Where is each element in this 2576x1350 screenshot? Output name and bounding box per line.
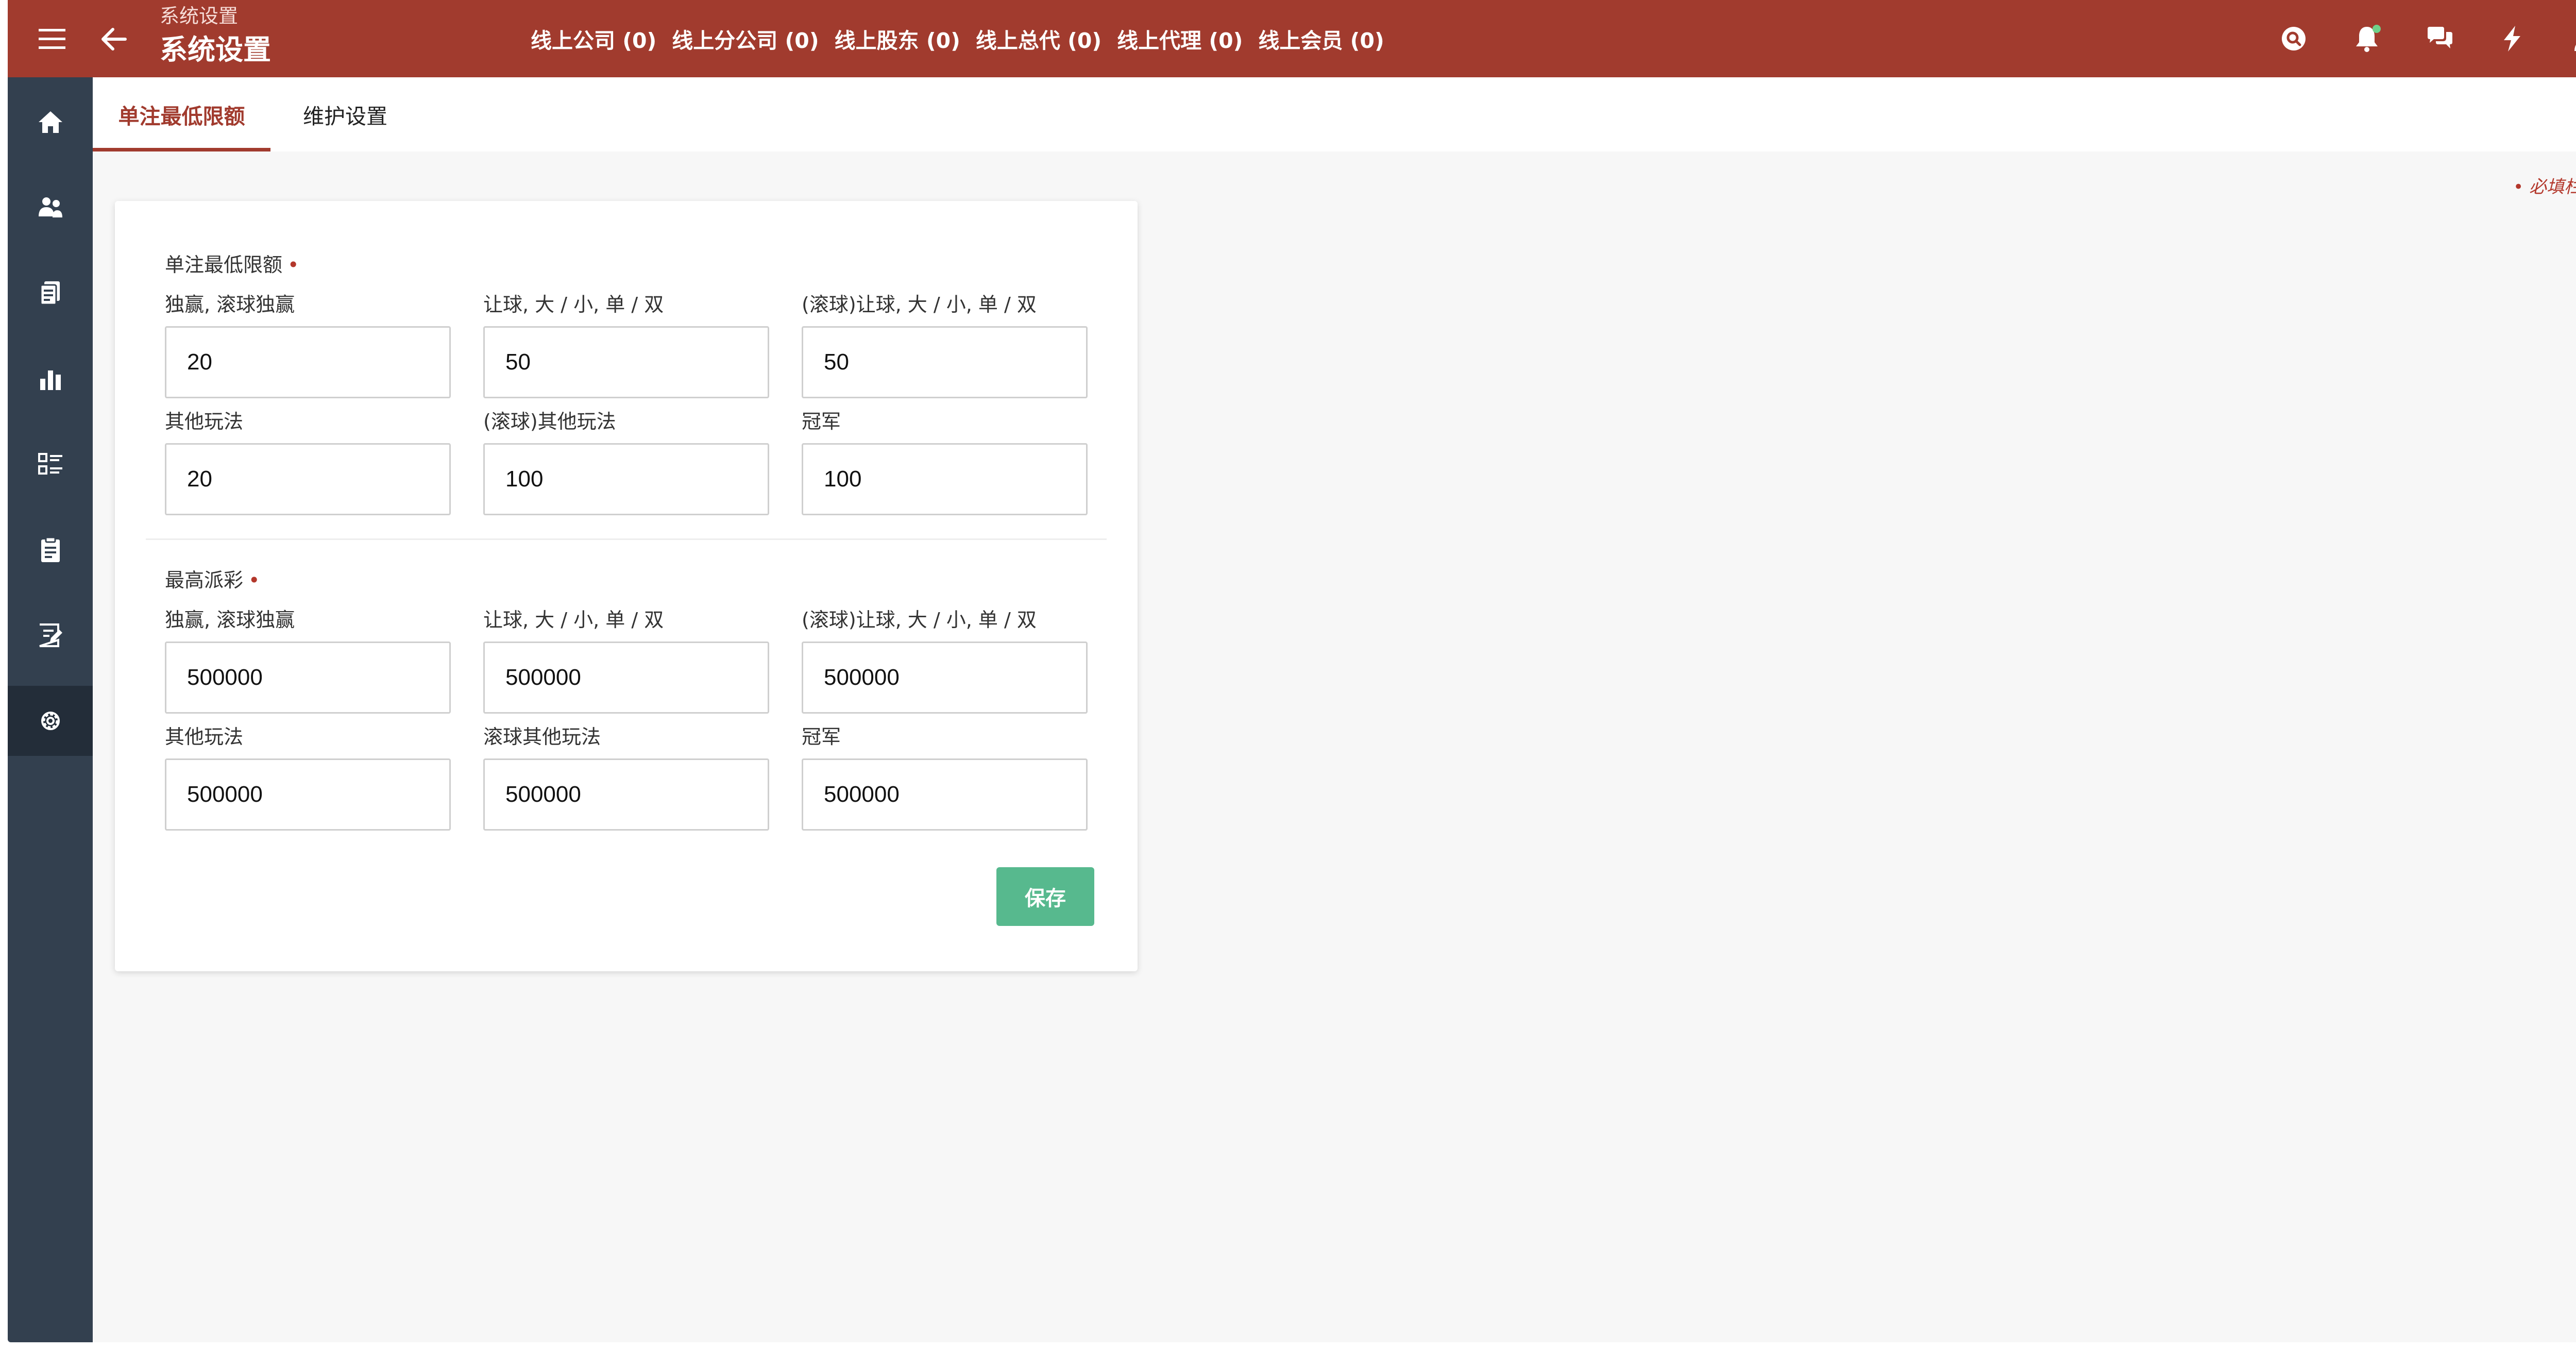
sidebar-item-reports[interactable]	[8, 344, 93, 414]
stat-online-member[interactable]: 线上会员 (0)	[1258, 23, 1384, 54]
section-divider	[146, 538, 1107, 540]
tab-bar: 单注最低限额 维护设置	[93, 77, 2576, 151]
settings-form-card: 单注最低限额• 独赢, 滚球独赢 让球, 大 / 小, 单 / 双 (滚球)让球…	[115, 201, 1138, 971]
field-label: 其他玩法	[165, 410, 244, 433]
notification-dot	[2372, 25, 2381, 33]
stat-online-company[interactable]: 线上公司 (0)	[531, 23, 656, 54]
online-stats: 线上公司 (0) 线上分公司 (0) 线上股东 (0) 线上总代 (0) 线上代…	[531, 21, 1384, 57]
search-icon[interactable]	[2274, 19, 2314, 59]
min-outright-input[interactable]	[802, 443, 1088, 515]
edit-note-icon	[38, 622, 63, 648]
bell-icon[interactable]	[2347, 19, 2387, 59]
back-arrow-icon[interactable]	[95, 21, 132, 58]
sidebar-item-documents[interactable]	[8, 258, 93, 328]
sidebar	[8, 77, 93, 1342]
required-mark: •	[248, 569, 260, 592]
sidebar-item-home[interactable]	[8, 87, 93, 157]
page-title: 系统设置	[160, 33, 271, 66]
sidebar-item-notes[interactable]	[8, 600, 93, 670]
stat-online-agent[interactable]: 线上代理 (0)	[1117, 23, 1243, 54]
chat-icon[interactable]	[2420, 19, 2460, 59]
top-bar: 系统设置 系统设置 线上公司 (0) 线上分公司 (0) 线上股东 (0) 线上…	[8, 0, 2576, 77]
section-title-text: 最高派彩	[165, 569, 244, 592]
field-label: 冠军	[802, 410, 841, 433]
sidebar-item-tasks[interactable]	[8, 515, 93, 585]
app-window: 系统设置 系统设置 线上公司 (0) 线上分公司 (0) 线上股东 (0) 线上…	[8, 0, 2576, 1342]
lightning-icon[interactable]	[2492, 19, 2532, 59]
field-label: (滚球)让球, 大 / 小, 单 / 双	[802, 609, 1037, 631]
max-handicap-input[interactable]	[483, 642, 769, 714]
required-mark: •	[287, 254, 299, 276]
field-label: 滚球其他玩法	[483, 725, 601, 748]
section-title-text: 单注最低限额	[165, 254, 283, 276]
field-label: 冠军	[802, 725, 841, 748]
home-icon	[37, 110, 64, 134]
field-label: 独赢, 滚球独赢	[165, 609, 295, 631]
max-live-other-input[interactable]	[483, 758, 769, 831]
gear-icon	[38, 708, 63, 734]
sidebar-item-list[interactable]	[8, 429, 93, 499]
max-live-handicap-input[interactable]	[802, 642, 1088, 714]
field-label: 让球, 大 / 小, 单 / 双	[483, 293, 664, 316]
stat-online-general-agent[interactable]: 线上总代 (0)	[976, 23, 1101, 54]
tab-maintenance-settings[interactable]: 维护设置	[289, 77, 402, 151]
min-other-input[interactable]	[165, 443, 451, 515]
field-label: 让球, 大 / 小, 单 / 双	[483, 609, 664, 631]
sidebar-item-settings[interactable]	[8, 686, 93, 756]
stat-online-branch[interactable]: 线上分公司 (0)	[672, 23, 819, 54]
max-payout-section-title: 最高派彩 •	[165, 564, 260, 593]
min-bet-section-title: 单注最低限额 •	[165, 249, 299, 277]
clipboard-icon	[40, 536, 61, 563]
max-outright-input[interactable]	[802, 758, 1088, 831]
field-label: 其他玩法	[165, 725, 244, 748]
max-other-input[interactable]	[165, 758, 451, 831]
min-live-other-input[interactable]	[483, 443, 769, 515]
max-moneyline-input[interactable]	[165, 642, 451, 714]
breadcrumb: 系统设置	[160, 5, 239, 27]
save-button[interactable]: 保存	[996, 867, 1094, 926]
min-live-handicap-input[interactable]	[802, 326, 1088, 398]
sidebar-item-users[interactable]	[8, 173, 93, 243]
tab-min-bet-limit[interactable]: 单注最低限额	[93, 77, 270, 151]
field-label: (滚球)让球, 大 / 小, 单 / 双	[802, 293, 1037, 316]
min-handicap-input[interactable]	[483, 326, 769, 398]
document-icon	[39, 280, 62, 306]
required-fields-hint: • 必填栏位	[2513, 177, 2576, 197]
bar-chart-icon	[39, 366, 62, 391]
stat-online-shareholder[interactable]: 线上股东 (0)	[835, 23, 960, 54]
menu-icon[interactable]	[33, 21, 71, 58]
users-icon	[37, 196, 64, 220]
list-icon	[38, 452, 63, 477]
field-label: 独赢, 滚球独赢	[165, 293, 295, 316]
field-label: (滚球)其他玩法	[483, 410, 616, 433]
min-moneyline-input[interactable]	[165, 326, 451, 398]
user-icon[interactable]	[2565, 19, 2576, 59]
